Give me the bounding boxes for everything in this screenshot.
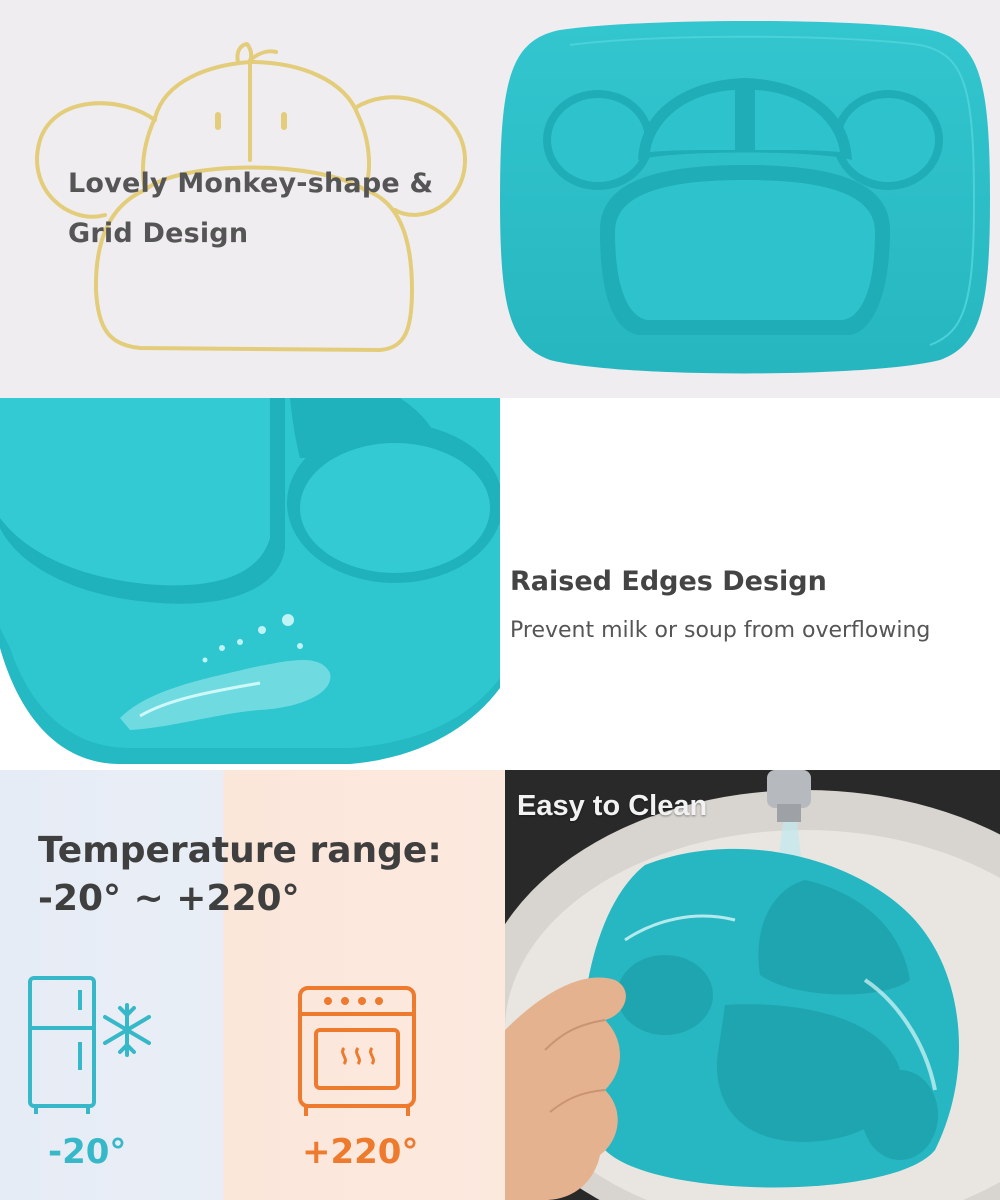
snowflake-icon [103,1003,151,1057]
easy-clean-label: Easy to Clean [517,790,708,822]
easy-clean-photo: Easy to Clean [505,770,1000,1200]
edges-subtitle: Prevent milk or soup from overflowing [510,618,931,643]
raised-edges-closeup-image [0,398,500,770]
edges-title: Raised Edges Design [510,566,827,597]
monkey-outline-illustration [35,42,467,352]
design-title-line2: Grid Design [68,218,249,249]
hot-temperature-value: +220° [302,1132,419,1172]
temperature-title-line2: -20° ~ +220° [38,878,300,919]
edges-section: Raised Edges Design Prevent milk or soup… [0,398,1000,770]
temperature-title-line1: Temperature range: [38,830,442,871]
temperature-clean-section: Temperature range: -20° ~ +220° -20° +22… [0,770,1000,1200]
design-title-line1: Lovely Monkey-shape & [68,168,434,199]
design-section: Lovely Monkey-shape & Grid Design [0,0,1000,398]
fridge-icon [28,976,151,1114]
cold-temperature-value: -20° [48,1132,127,1172]
washing-plate-image [505,770,1000,1200]
temperature-panel: Temperature range: -20° ~ +220° -20° +22… [0,770,505,1200]
plate-top-view-image [500,21,990,374]
oven-icon [298,986,416,1116]
